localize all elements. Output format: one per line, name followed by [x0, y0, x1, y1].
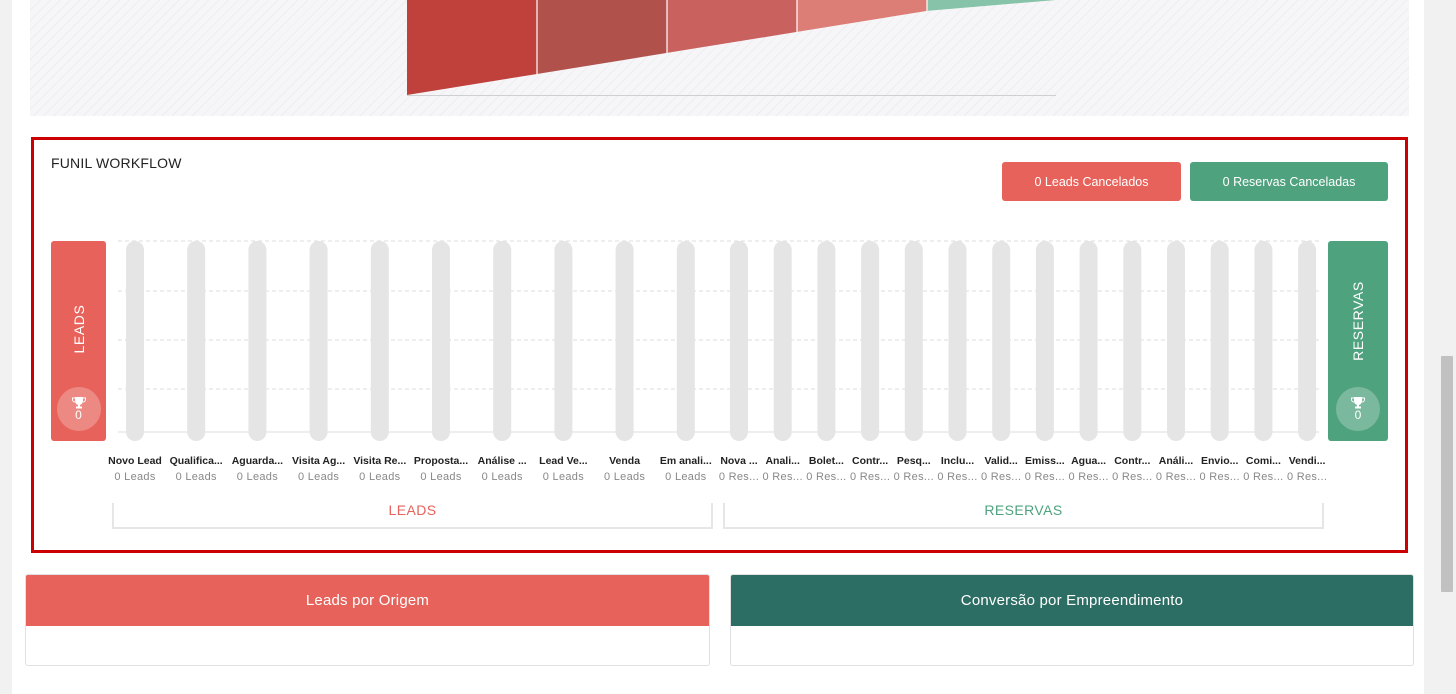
stage-bar[interactable]: [1210, 241, 1229, 441]
stage-label: Em anali...: [659, 455, 712, 467]
funnel-chart: [30, 0, 1409, 116]
stage-label: Lead Ve...: [539, 455, 588, 467]
stage-count: 0 Leads: [297, 471, 340, 483]
conversion-by-development-title: Conversão por Empreendimento: [731, 575, 1413, 626]
reservations-group-label: RESERVAS: [984, 502, 1063, 518]
stage-bar[interactable]: [992, 241, 1011, 441]
leads-trophy-badge: 0: [56, 387, 101, 431]
stage-bar[interactable]: [676, 241, 695, 441]
stage-count: 0 Leads: [481, 471, 523, 483]
stage-bar[interactable]: [248, 241, 267, 441]
stage-bar[interactable]: [904, 241, 923, 441]
reservations-total-count: 0: [1354, 408, 1362, 422]
stage-label: Aguarda...: [231, 455, 284, 467]
funnel-segment[interactable]: [927, 0, 1056, 11]
stage-label: Novo Lead: [108, 455, 162, 467]
leads-total-count: 0: [75, 408, 82, 422]
stage-label: Visita Re...: [353, 455, 407, 467]
stage-bar[interactable]: [370, 241, 389, 441]
funnel-segment[interactable]: [407, 0, 537, 95]
reservations-side-pill[interactable]: RESERVAS 0: [1328, 241, 1388, 441]
stage-bar[interactable]: [1167, 241, 1185, 441]
stage-bar[interactable]: [615, 241, 634, 441]
stage-bar[interactable]: [1298, 241, 1317, 441]
scrollbar-thumb[interactable]: [1441, 356, 1453, 592]
leads-by-origin-title: Leads por Origem: [26, 575, 709, 626]
stage-bar[interactable]: [1079, 241, 1098, 441]
stage-bar[interactable]: [817, 241, 836, 441]
stage-count: 0 Leads: [665, 471, 707, 483]
stage-bar[interactable]: [1123, 241, 1142, 441]
stage-count: 0 Leads: [114, 471, 156, 483]
stage-count: 0 Leads: [603, 471, 646, 483]
stage-label: Venda: [609, 455, 641, 467]
stage-count: 0 Leads: [175, 471, 217, 483]
stage-label: Vendi...: [1288, 455, 1326, 467]
stage-bar[interactable]: [309, 241, 328, 441]
workflow-bars-area: Novo Lead 0 Leads Qualifica... 0 Leads Aguar…: [34, 140, 1405, 550]
stage-bar[interactable]: [493, 241, 512, 441]
funnel-segment[interactable]: [537, 0, 667, 74]
stage-bar[interactable]: [773, 241, 792, 441]
stage-count: 0 Leads: [542, 471, 585, 483]
stage-bar[interactable]: [948, 241, 967, 441]
dashboard-page: FUNIL WORKFLOW 0 Leads Cancelados 0 Rese…: [12, 0, 1424, 694]
stage-bar[interactable]: [126, 241, 144, 441]
stage-count: 0 Leads: [359, 471, 401, 483]
stage-bar[interactable]: [730, 241, 748, 441]
stage-bar[interactable]: [1035, 241, 1054, 441]
funnel-segment[interactable]: [797, 0, 927, 32]
funnel-chart-svg: [407, 0, 1056, 96]
leads-side-label: LEADS: [70, 304, 87, 354]
stage-count: 0 Leads: [236, 471, 279, 483]
stage-label: Qualifica...: [169, 455, 223, 467]
leads-side-pill[interactable]: LEADS 0: [51, 241, 106, 441]
stage-bar[interactable]: [432, 241, 450, 441]
reservations-trophy-badge: 0: [1336, 387, 1380, 431]
page-scrollbar[interactable]: [1437, 0, 1456, 694]
leads-group-label: LEADS: [388, 502, 437, 518]
stage-bar[interactable]: [187, 241, 206, 441]
leads-by-origin-card: Leads por Origem: [25, 574, 710, 666]
stage-count: 0 Leads: [420, 471, 462, 483]
stage-label: Análise ...: [477, 455, 527, 467]
reservations-side-label: RESERVAS: [1350, 281, 1366, 361]
stage-bar[interactable]: [554, 241, 573, 441]
stage-count: 0 Res...: [1286, 471, 1328, 483]
stage-label: Proposta...: [413, 455, 469, 467]
stage-label: Visita Ag...: [292, 455, 346, 467]
conversion-by-development-card: Conversão por Empreendimento: [730, 574, 1414, 666]
stage-bar[interactable]: [1254, 241, 1273, 441]
workflow-bars-svg: [118, 240, 1319, 441]
stage-bar[interactable]: [861, 241, 880, 441]
workflow-funnel-panel: FUNIL WORKFLOW 0 Leads Cancelados 0 Rese…: [31, 137, 1408, 553]
funnel-segment[interactable]: [667, 0, 797, 53]
